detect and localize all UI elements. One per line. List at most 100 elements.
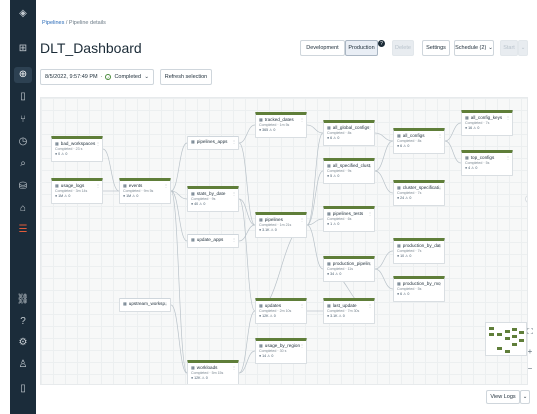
- table-icon: ▦: [259, 117, 263, 122]
- kebab-menu-icon[interactable]: ⋮: [232, 139, 236, 144]
- kebab-menu-icon[interactable]: ⋮: [438, 281, 442, 286]
- dag-node-pipelines-apps[interactable]: ▦ pipelines_apps ⋮: [187, 136, 239, 150]
- kebab-menu-icon[interactable]: ⋮: [232, 365, 236, 370]
- kebab-menu-icon[interactable]: ⋮: [300, 117, 304, 122]
- node-status: Completed · 30 s: [259, 349, 287, 353]
- refresh-selection-button[interactable]: Refresh selection: [160, 69, 212, 85]
- workspace-icon[interactable]: ▯: [14, 89, 32, 105]
- kebab-menu-icon[interactable]: ⋮: [368, 303, 372, 308]
- kebab-menu-icon[interactable]: ⋮: [368, 125, 372, 130]
- dag-node-pipelines[interactable]: ▦ pipelines Completed · 1m 21s ● 3.1K ⚠ 0 ⋮: [255, 212, 307, 238]
- kebab-menu-icon[interactable]: ⋮: [506, 155, 510, 160]
- dag-edge: [102, 148, 120, 192]
- dag-node-last-update[interactable]: ▦ last_update Completed · 7m 30s ● 3.1K ⚠ 0…: [323, 298, 375, 324]
- dag-node-production-pipelines[interactable]: ▦ production_pipelin... Completed · 11s ● 3…: [323, 256, 375, 282]
- kebab-menu-icon[interactable]: ⋮: [96, 141, 100, 146]
- repos-icon[interactable]: ⑂: [14, 112, 32, 128]
- run-selector[interactable]: 8/5/2022, 9:57:49 PM · ✓ Completed ⌄: [40, 69, 154, 85]
- dag-node-usage-by-region[interactable]: ▦ usage_by_region Completed · 30 s ● 14 ⚠ 0…: [255, 338, 307, 364]
- collapse-sidebar-icon[interactable]: ▯: [14, 381, 32, 397]
- dag-node-stats-by-date[interactable]: ▦ stats_by_date Completed · 9s ● 40 ⚠ 0 ⋮: [187, 186, 239, 212]
- dag-edge: [238, 198, 256, 312]
- node-status: Completed · 5s: [397, 287, 422, 291]
- dag-edge: [374, 268, 394, 290]
- dag-node-workloads[interactable]: ▦ workloads Completed · 5m 15s ● 12K ⚠ 0 ⋮: [187, 360, 239, 384]
- minimap-node: [489, 333, 494, 336]
- table-icon: ▦: [397, 243, 401, 248]
- dag-node-pipelines-tests[interactable]: ▦ pipelines_tests Completed · 6s ● 1 ⚠ 0 ⋮: [323, 206, 375, 232]
- start-dropdown-button[interactable]: ⌄: [518, 40, 528, 56]
- dag-node-all-specified-clust[interactable]: ▦ all_specified_clust... Completed · 9s ● 5…: [323, 158, 375, 184]
- development-button[interactable]: Development: [300, 40, 345, 56]
- kebab-menu-icon[interactable]: ⋮: [164, 301, 168, 306]
- fit-view-icon[interactable]: ⛶: [525, 327, 535, 337]
- zoom-in-icon[interactable]: +: [525, 346, 535, 356]
- kebab-menu-icon[interactable]: ⋮: [368, 261, 372, 266]
- dag-node-all-config-keys[interactable]: ▦ all_config_keys Completed · 7s ● 16 ⚠ 0 ⋮: [461, 110, 513, 136]
- dag-node-updates[interactable]: ▦ updates Completed · 2m 10s ● 12K ⚠ 0 ⋮: [255, 298, 307, 324]
- dag-node-top-configs[interactable]: ▦ top_configs Completed · 5s ● 4 ⚠ 0 ⋮: [461, 150, 513, 176]
- node-metrics: ● 3.1K ⚠ 0: [327, 314, 345, 318]
- node-name: ▦ cluster_specificati...: [397, 185, 441, 190]
- kebab-menu-icon[interactable]: ⋮: [368, 163, 372, 168]
- help-icon[interactable]: ?: [14, 314, 32, 330]
- node-status: Completed · 9m 5s: [123, 189, 154, 193]
- node-name: ▦ usage_by_region: [259, 343, 301, 348]
- kebab-menu-icon[interactable]: ⋮: [96, 183, 100, 188]
- kebab-menu-icon[interactable]: ⋮: [232, 191, 236, 196]
- logs-toggle-button[interactable]: ⌄: [520, 390, 530, 404]
- dag-node-production-by-date[interactable]: ▦ production_by_date Completed · 7s ● 10 ⚠ …: [393, 238, 445, 264]
- settings-icon[interactable]: ⚙: [14, 335, 32, 351]
- node-metrics: ● 1M ⚠ 0: [123, 194, 139, 198]
- breadcrumb-pipelines-link[interactable]: Pipelines: [42, 20, 64, 26]
- create-icon[interactable]: ⊕: [14, 67, 32, 83]
- compute-icon[interactable]: ⌂: [14, 201, 32, 217]
- node-status: Completed · 9s: [327, 169, 352, 173]
- dag-node-all-global-configs[interactable]: ▦ all_global_configs Completed · 8s ● 6 ⚠ 0…: [323, 120, 375, 146]
- logo-icon[interactable]: ◈: [14, 6, 32, 22]
- kebab-menu-icon[interactable]: ⋮: [438, 185, 442, 190]
- workflows-icon[interactable]: ☰: [14, 222, 32, 238]
- minimap[interactable]: [485, 322, 527, 356]
- dag-node-events[interactable]: ▦ events Completed · 9m 5s ● 1M ⚠ 0 ⋮: [119, 178, 171, 204]
- start-button[interactable]: Start: [500, 40, 518, 56]
- partner-connect-icon[interactable]: ⛓: [14, 292, 32, 308]
- settings-button[interactable]: Settings: [422, 40, 450, 56]
- node-status: Completed · 7s: [397, 249, 422, 253]
- dag-node-production-by-mo[interactable]: ▦ production_by_mo... Completed · 5s ● 6 ⚠ …: [393, 276, 445, 302]
- search-icon[interactable]: ⌕: [14, 156, 32, 172]
- kebab-menu-icon[interactable]: ⋮: [438, 243, 442, 248]
- recents-icon[interactable]: ◷: [14, 134, 32, 150]
- data-icon[interactable]: ⛁: [14, 179, 32, 195]
- dag-node-tracked-dates[interactable]: ▦ tracked_dates Completed · 1m 5s ● 365 ⚠ 0…: [255, 112, 307, 138]
- dag-node-update-apps[interactable]: ▦ update_apps ⋮: [187, 234, 239, 248]
- production-button[interactable]: Production: [345, 40, 378, 56]
- dag-node-all-configs[interactable]: ▦ all_configs Completed · 8s ● 6 ⚠ 0 ⋮: [393, 128, 445, 154]
- kebab-menu-icon[interactable]: ⋮: [438, 133, 442, 138]
- dag-node-cluster-specifications[interactable]: ▦ cluster_specificati... Completed · 7s ● 2…: [393, 180, 445, 206]
- collapse-panel-icon[interactable]: ‹: [525, 195, 527, 203]
- schedule-button[interactable]: Schedule (2) ⌄: [454, 40, 494, 56]
- kebab-menu-icon[interactable]: ⋮: [232, 237, 236, 242]
- kebab-menu-icon[interactable]: ⋮: [368, 211, 372, 216]
- view-logs-button[interactable]: View Logs: [486, 390, 520, 404]
- kebab-menu-icon[interactable]: ⋮: [300, 217, 304, 222]
- help-icon[interactable]: ?: [378, 40, 385, 47]
- kebab-menu-icon[interactable]: ⋮: [164, 183, 168, 188]
- dag-node-bad-workspaces[interactable]: ▦ bad_workspaces Completed · 23 s ● 0 ⚠ 0 ⋮: [51, 136, 103, 162]
- node-name: ▦ pipelines_tests: [327, 211, 364, 216]
- kebab-menu-icon[interactable]: ⋮: [300, 343, 304, 348]
- node-metrics: ● 3.1K ⚠ 0: [259, 228, 277, 232]
- zoom-out-icon[interactable]: −: [525, 363, 535, 373]
- workspace-switch-icon[interactable]: ⊞: [14, 41, 32, 57]
- kebab-menu-icon[interactable]: ⋮: [300, 303, 304, 308]
- node-metrics: ● 6 ⚠ 0: [397, 144, 410, 148]
- user-icon[interactable]: ♙: [14, 357, 32, 373]
- dag-canvas[interactable]: ▦ bad_workspaces Completed · 23 s ● 0 ⚠ 0 ⋮ ▦…: [40, 97, 528, 385]
- delete-button[interactable]: Delete: [392, 40, 414, 56]
- node-metrics: ● 10 ⚠ 0: [397, 254, 412, 258]
- dag-node-usage-logs[interactable]: ▦ usage_logs Completed · 3m 14s ● 1M ⚠ 0 ⋮: [51, 178, 103, 204]
- kebab-menu-icon[interactable]: ⋮: [506, 115, 510, 120]
- chevron-down-icon: ⌄: [488, 45, 493, 51]
- dag-node-upstream-workspaces[interactable]: ▦ upstream_worksp... ⋮: [119, 298, 171, 312]
